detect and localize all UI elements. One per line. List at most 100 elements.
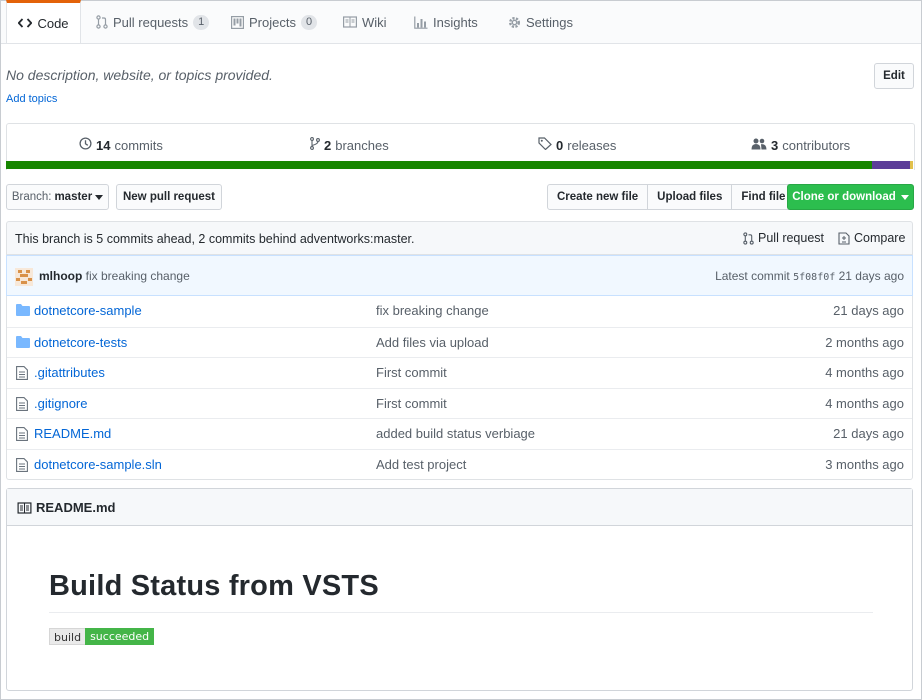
file-age: 2 months ago [825, 334, 904, 350]
commit-sha-link[interactable]: 5f08f0f [793, 272, 835, 283]
readme-filename: README.md [36, 500, 116, 515]
repo-nav: Code Pull requests 1 Projects 0 Wiki Ins… [1, 0, 921, 44]
language-segment[interactable] [6, 161, 873, 169]
clone-label: Clone or download [792, 191, 896, 203]
readme-title: README.md [17, 500, 115, 515]
releases-count: 0 [556, 137, 564, 153]
graph-icon [414, 16, 428, 29]
branches-count: 2 [324, 137, 332, 153]
file-text-icon [16, 427, 28, 444]
commit-author-link[interactable]: mlhoop [39, 269, 82, 283]
build-status-badge[interactable]: build succeeded [49, 628, 155, 645]
upload-files-button[interactable]: Upload files [647, 184, 733, 210]
gear-icon [508, 16, 521, 29]
compare-link[interactable]: Compare [838, 231, 905, 245]
branch-name: master [54, 191, 93, 203]
branch-status-text: This branch is 5 commits ahead, 2 commit… [15, 232, 415, 246]
branch-status-bar: This branch is 5 commits ahead, 2 commit… [6, 221, 913, 255]
heading-divider [49, 612, 873, 613]
branches-label: branches [335, 137, 389, 153]
diff-icon [838, 231, 850, 245]
tab-pull-requests[interactable]: Pull requests 1 [96, 1, 210, 43]
compare-label: Compare [854, 231, 906, 245]
tab-label: Code [37, 15, 69, 31]
file-name-link[interactable]: dotnetcore-sample.sln [34, 457, 162, 472]
repo-description: No description, website, or topics provi… [6, 67, 273, 83]
file-text-icon [16, 396, 28, 414]
new-pull-request-button[interactable]: New pull request [116, 184, 222, 210]
file-name-link[interactable]: README.md [34, 426, 111, 441]
file-row: dotnetcore-sample.sln Add test project 3 m… [7, 448, 912, 480]
tab-projects[interactable]: Projects 0 [231, 1, 318, 43]
file-name-link[interactable]: dotnetcore-tests [34, 335, 127, 350]
folder-icon [16, 335, 30, 351]
commit-age: 21 days ago [838, 269, 904, 283]
dropdown-caret-icon [900, 194, 909, 200]
tab-label: Wiki [362, 14, 387, 30]
file-age: 4 months ago [825, 365, 904, 380]
latest-commit-label: Latest commit [715, 269, 790, 283]
badge-label: build [49, 628, 86, 645]
badge-status: succeeded [85, 628, 155, 645]
file-commit-message[interactable]: Add files via upload [376, 335, 489, 350]
file-name-link[interactable]: .gitignore [34, 396, 87, 411]
git-branch-icon [310, 137, 320, 153]
tab-wiki[interactable]: Wiki [343, 1, 387, 43]
file-commit-message[interactable]: First commit [376, 365, 447, 380]
branch-prefix: Branch: [11, 191, 52, 203]
contributors-link[interactable]: 3 contributors [751, 124, 850, 166]
file-age: 21 days ago [833, 426, 904, 441]
projects-counter: 0 [300, 14, 318, 30]
file-row: dotnetcore-sample fix breaking change 21 d… [7, 296, 912, 327]
file-navigation-buttons: Create new file Upload files Find file [547, 184, 796, 210]
language-bar[interactable] [6, 161, 913, 169]
tag-icon [538, 137, 552, 153]
file-age: 3 months ago [825, 456, 904, 472]
book-icon [343, 16, 357, 28]
tab-label: Settings [526, 14, 573, 30]
add-topics-link[interactable]: Add topics [6, 93, 57, 105]
file-commit-message[interactable]: added build status verbiage [376, 426, 535, 441]
file-text-icon [16, 366, 28, 383]
file-name-link[interactable]: dotnetcore-sample [34, 303, 142, 318]
tab-insights[interactable]: Insights [414, 1, 478, 43]
avatar[interactable] [15, 268, 33, 286]
commit-summary: mlhoop fix breaking change [39, 269, 190, 283]
language-segment[interactable] [872, 161, 911, 169]
organization-icon [751, 138, 767, 153]
commits-count: 14 [96, 137, 111, 153]
releases-link[interactable]: 0 releases [538, 124, 616, 166]
tab-settings[interactable]: Settings [508, 1, 573, 43]
latest-commit-bar: mlhoop fix breaking change Latest commit… [6, 255, 913, 296]
language-segment[interactable] [910, 161, 913, 169]
dropdown-caret-icon [95, 194, 104, 200]
commits-label: commits [114, 137, 163, 153]
file-age: 4 months ago [825, 395, 904, 411]
commit-message[interactable]: fix breaking change [86, 269, 190, 283]
contributors-label: contributors [782, 137, 851, 153]
file-list: dotnetcore-sample fix breaking change 21 d… [6, 296, 913, 480]
clone-or-download-button[interactable]: Clone or download [787, 184, 914, 210]
latest-commit-info: Latest commit 5f08f0f 21 days ago [715, 269, 904, 283]
file-row: .gitattributes First commit 4 months ago [7, 357, 912, 388]
commits-link[interactable]: 14 commits [79, 124, 163, 166]
tab-label: Pull requests [113, 14, 189, 30]
tab-code[interactable]: Code [6, 0, 81, 43]
file-commit-message[interactable]: First commit [376, 396, 447, 411]
file-age: 21 days ago [833, 303, 904, 318]
file-name-link[interactable]: .gitattributes [34, 365, 105, 380]
book-icon [17, 501, 32, 514]
file-commit-message[interactable]: Add test project [376, 457, 466, 472]
create-new-file-button[interactable]: Create new file [547, 184, 649, 210]
git-pull-request-icon [743, 231, 754, 245]
file-row: .gitignore First commit 4 months ago [7, 387, 912, 419]
edit-description-button[interactable]: Edit [874, 63, 914, 89]
branches-link[interactable]: 2 branches [310, 124, 389, 166]
file-text-icon [16, 457, 28, 475]
file-row: dotnetcore-tests Add files via upload 2 mo… [7, 326, 912, 358]
tab-label: Projects [249, 14, 296, 30]
find-file-button[interactable]: Find file [731, 184, 796, 210]
branch-select-button[interactable]: Branch: master [6, 184, 109, 210]
file-commit-message[interactable]: fix breaking change [376, 303, 489, 318]
pull-request-link[interactable]: Pull request [743, 231, 824, 245]
